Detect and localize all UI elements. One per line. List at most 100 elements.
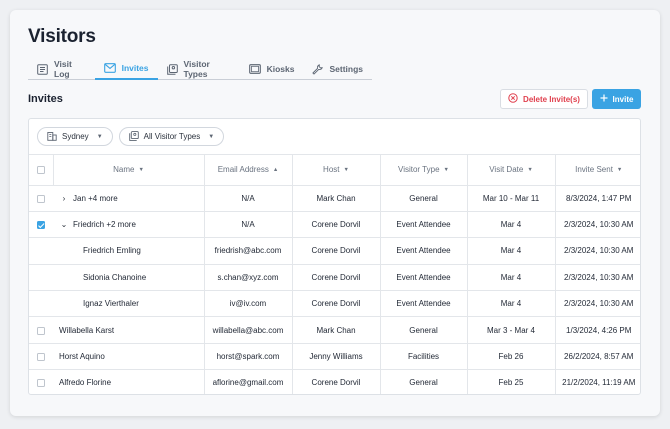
visitor-type-cell: General <box>380 185 468 212</box>
column-header-host[interactable]: Host ▼ <box>292 155 381 186</box>
invite-sent-cell: 2/3/2024, 10:30 AM <box>555 290 640 318</box>
table-row-child[interactable]: Sidonia Chanoine s.chan@xyz.com Corene D… <box>29 264 640 292</box>
row-checkbox-cell[interactable] <box>29 316 53 344</box>
name-cell: Horst Aquino <box>53 343 205 371</box>
page-title: Visitors <box>28 26 96 47</box>
column-header-label: Email Address <box>217 165 269 175</box>
mail-icon <box>103 63 116 73</box>
row-checkbox-cell[interactable] <box>29 211 53 239</box>
invite-button[interactable]: Invite <box>592 89 641 109</box>
delete-circle-icon <box>508 93 518 105</box>
row-checkbox[interactable] <box>37 194 45 203</box>
tab-visitor-types[interactable]: Visitor Types <box>158 58 240 80</box>
tab-kiosks[interactable]: Kiosks <box>240 58 304 80</box>
row-checkbox[interactable] <box>37 352 45 361</box>
table-row-child[interactable]: Friedrich Emling friedrish@abc.com Coren… <box>29 237 640 265</box>
sort-icon: ▲ <box>272 167 279 174</box>
visit-date-cell: Mar 4 <box>467 290 556 318</box>
visitor-type-value: All Visitor Types <box>143 132 201 141</box>
tab-bar: Visit Log Invites Visitor Types Kiosks S… <box>28 58 372 80</box>
visitor-type-cell: Event Attendee <box>380 290 468 318</box>
table-row[interactable]: Willabella Karst willabella@abc.com Mark… <box>29 316 640 344</box>
visit-date-cell: Mar 3 - Mar 4 <box>467 316 556 344</box>
name-cell: › Jan +4 more <box>53 185 205 212</box>
visitor-type-cell: Event Attendee <box>380 264 468 292</box>
host-cell: Corene Dorvil <box>292 369 381 394</box>
host-cell: Mark Chan <box>292 316 381 344</box>
visit-date-cell: Mar 10 - Mar 11 <box>467 185 556 212</box>
invite-sent-cell: 8/3/2024, 1:47 PM <box>555 185 640 212</box>
visitor-type-filter[interactable]: All Visitor Types ▼ <box>118 127 225 146</box>
column-header-email[interactable]: Email Address ▲ <box>204 155 293 186</box>
column-header-name[interactable]: Name ▼ <box>53 155 205 186</box>
invite-label: Invite <box>612 94 634 104</box>
column-header-visit-date[interactable]: Visit Date ▼ <box>467 155 556 186</box>
email-cell: friedrish@abc.com <box>204 237 293 265</box>
tab-label: Settings <box>329 64 363 74</box>
name-cell: Sidonia Chanoine <box>53 264 205 292</box>
visitor-type-cell: Facilities <box>380 343 468 371</box>
email-cell: s.chan@xyz.com <box>204 264 293 292</box>
invite-sent-cell: 1/3/2024, 4:26 PM <box>555 316 640 344</box>
name-cell: Friedrich Emling <box>53 237 205 265</box>
visitors-panel: Visitors Visit Log Invites Visitor Types… <box>10 10 660 416</box>
kiosk-icon <box>248 64 261 74</box>
delete-invites-button[interactable]: Delete Invite(s) <box>500 89 588 109</box>
row-checkbox-cell <box>29 237 53 265</box>
row-checkbox[interactable] <box>37 326 45 335</box>
visit-log-icon <box>37 63 48 75</box>
filter-bar: Sydney ▼ All Visitor Types ▼ <box>29 119 640 155</box>
host-cell: Jenny Williams <box>292 343 381 371</box>
visitor-type-cell: General <box>380 369 468 394</box>
row-checkbox-cell <box>29 264 53 292</box>
visitor-type-cell: General <box>380 316 468 344</box>
tab-visit-log[interactable]: Visit Log <box>28 58 95 80</box>
column-header-label: Visitor Type <box>398 165 440 175</box>
sort-icon: ▼ <box>343 167 349 174</box>
column-header-visitor-type[interactable]: Visitor Type ▼ <box>380 155 468 186</box>
table-row-child[interactable]: Ignaz Vierthaler iv@iv.com Corene Dorvil… <box>29 290 640 318</box>
visitor-type-cell: Event Attendee <box>380 237 468 265</box>
row-checkbox-cell[interactable] <box>29 369 53 394</box>
row-checkbox[interactable] <box>37 220 45 229</box>
section-title: Invites <box>28 93 63 105</box>
sort-icon: ▼ <box>443 167 449 174</box>
column-header-label: Host <box>323 165 340 175</box>
row-checkbox-cell[interactable] <box>29 343 53 371</box>
wrench-icon <box>312 63 324 75</box>
email-cell: horst@spark.com <box>204 343 293 371</box>
table-row[interactable]: Horst Aquino horst@spark.com Jenny Willi… <box>29 343 640 371</box>
email-cell: N/A <box>204 185 293 212</box>
caret-down-icon: ▼ <box>96 133 103 140</box>
host-cell: Corene Dorvil <box>292 264 381 292</box>
location-filter[interactable]: Sydney ▼ <box>37 127 113 146</box>
header-row: Name ▼ Email Address ▲ Host ▼ Visitor Type ▼… <box>29 155 640 186</box>
chevron-down-icon[interactable]: ⌄ <box>59 220 69 229</box>
email-cell: willabella@abc.com <box>204 316 293 344</box>
invite-sent-cell: 21/2/2024, 11:19 AM <box>555 369 640 394</box>
invite-sent-cell: 2/3/2024, 10:30 AM <box>555 237 640 265</box>
column-header-label: Name <box>113 165 135 175</box>
row-checkbox[interactable] <box>37 379 45 388</box>
column-header-label: Visit Date <box>489 165 524 175</box>
row-checkbox-cell <box>29 290 53 318</box>
host-cell: Mark Chan <box>292 185 381 212</box>
table-row[interactable]: Alfredo Florine aflorine@gmail.com Coren… <box>29 369 640 394</box>
sort-icon: ▼ <box>138 167 144 174</box>
table-row-group[interactable]: › Jan +4 more N/A Mark Chan General Mar 1… <box>29 185 640 212</box>
host-cell: Corene Dorvil <box>292 290 381 318</box>
name-cell: ⌄ Friedrich +2 more <box>53 211 205 239</box>
table-row-group[interactable]: ⌄ Friedrich +2 more N/A Corene Dorvil Eve… <box>29 211 640 239</box>
name-text: Friedrich +2 more <box>73 220 136 230</box>
select-all-checkbox-cell[interactable] <box>29 155 54 186</box>
row-checkbox-cell[interactable] <box>29 185 53 212</box>
column-header-invite-sent[interactable]: Invite Sent ▼ <box>555 155 640 186</box>
invite-sent-cell: 2/3/2024, 10:30 AM <box>555 211 640 239</box>
invites-grid: Name ▼ Email Address ▲ Host ▼ Visitor Type ▼… <box>29 155 640 394</box>
select-all-checkbox[interactable] <box>36 166 45 175</box>
chevron-right-icon[interactable]: › <box>59 194 69 203</box>
tab-settings[interactable]: Settings <box>303 58 372 80</box>
visit-date-cell: Feb 25 <box>467 369 556 394</box>
tab-invites[interactable]: Invites <box>94 58 158 80</box>
visit-date-cell: Mar 4 <box>467 237 556 265</box>
